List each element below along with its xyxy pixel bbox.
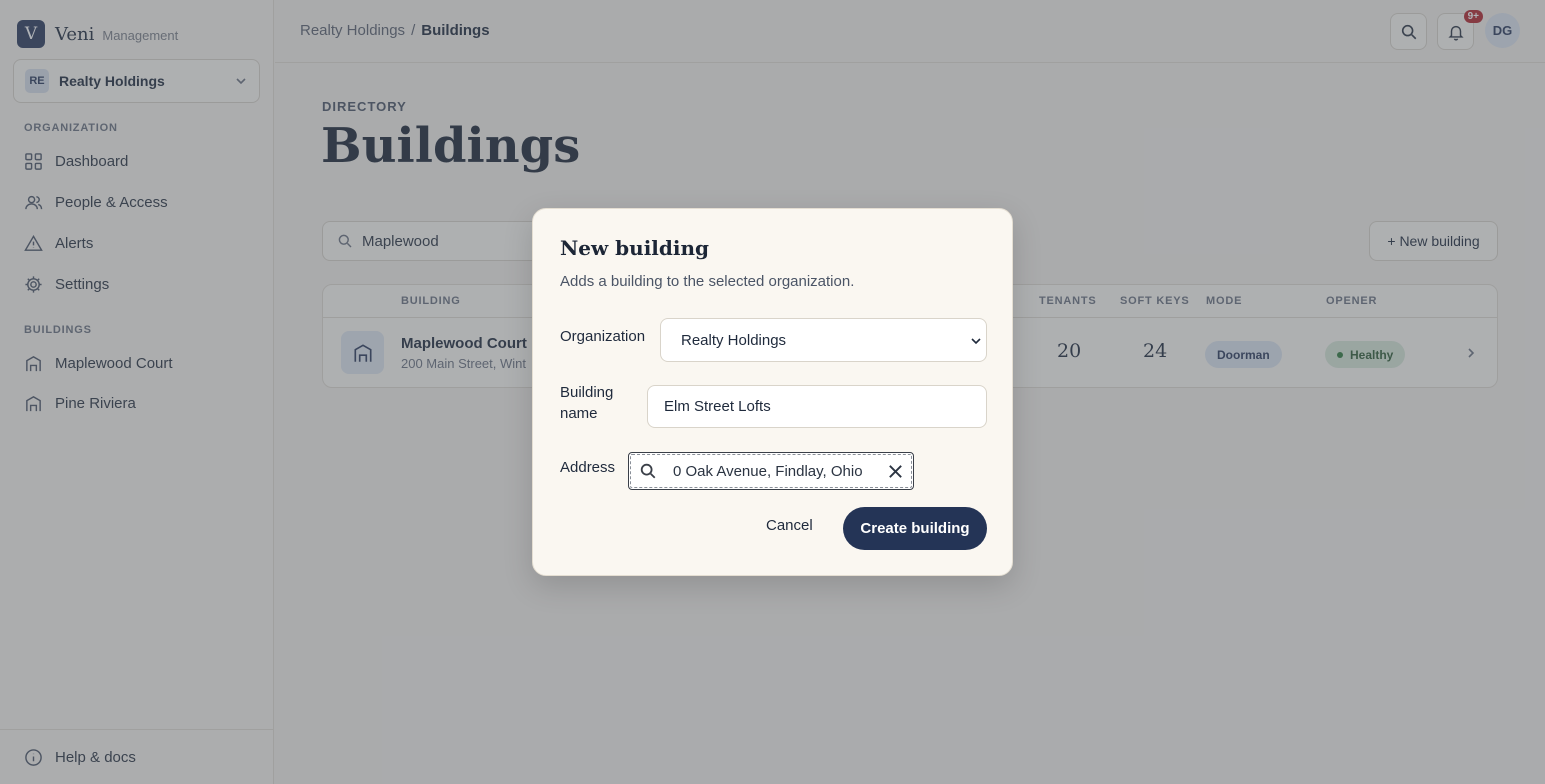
address-search-field[interactable]: 0 Oak Avenue, Findlay, Ohio (628, 452, 914, 490)
address-label: Address (560, 459, 616, 476)
search-icon (640, 463, 656, 479)
new-building-dialog: New building Adds a building to the sele… (532, 208, 1013, 576)
chevron-down-icon (971, 338, 981, 345)
organization-label: Organization (560, 328, 646, 345)
close-icon[interactable] (887, 463, 904, 480)
organization-select[interactable]: Realty Holdings (660, 318, 987, 362)
building-name-label: Building name (560, 382, 613, 424)
dialog-description: Adds a building to the selected organiza… (560, 273, 855, 290)
building-name-field[interactable]: Elm Street Lofts (647, 385, 987, 428)
cancel-button[interactable]: Cancel (766, 517, 813, 534)
address-value: 0 Oak Avenue, Findlay, Ohio (673, 462, 863, 480)
dialog-title: New building (560, 236, 710, 260)
organization-selected-value: Realty Holdings (681, 331, 787, 349)
building-name-label-line2: name (560, 405, 598, 422)
create-building-button[interactable]: Create building (843, 507, 987, 550)
building-name-label-line1: Building (560, 384, 614, 401)
